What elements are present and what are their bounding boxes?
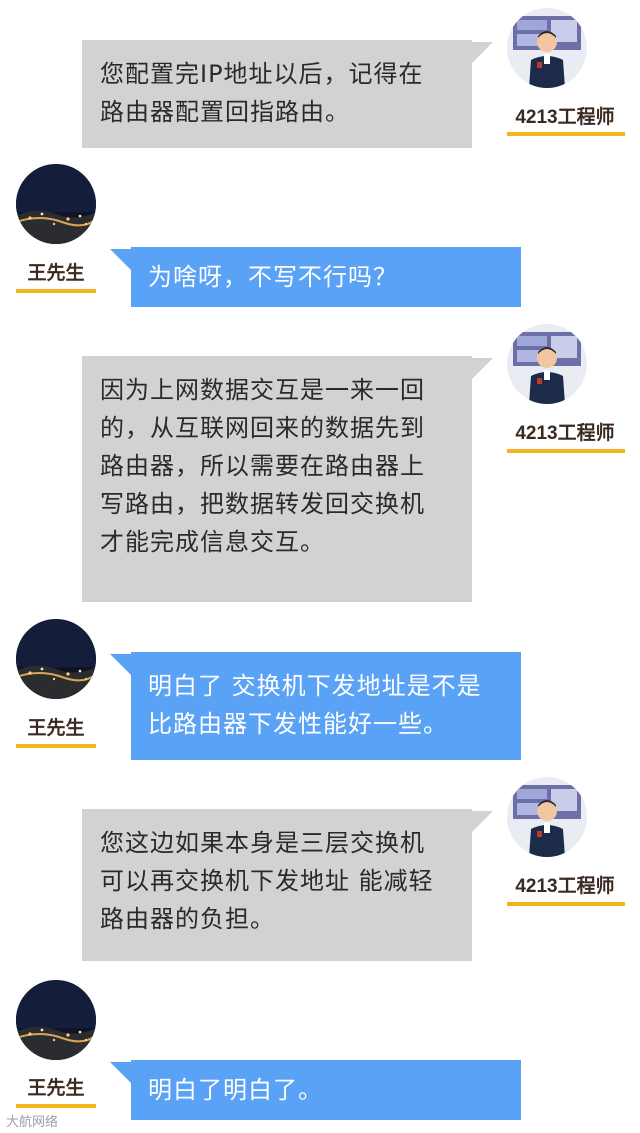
customer-avatar[interactable] [16,619,96,699]
engineer-name: 4213工程师 [515,423,615,444]
message-line: 的，从互联网回来的数据先到 [100,414,425,442]
engineer-name: 4213工程师 [515,876,615,897]
name-underline [16,744,96,748]
name-underline [16,1104,96,1108]
message-line: 您这边如果本身是三层交换机 [100,829,425,857]
bubble-tail [471,42,493,64]
message-bubble-customer: 明白了明白了。 [131,1060,521,1120]
message-line: 路由器配置回指路由。 [100,98,350,126]
engineer-photo-icon [507,777,587,857]
message-line: 为啥呀，不写不行吗？ [148,263,398,291]
message-line: 明白了 交换机下发地址是不是 [148,672,482,700]
engineer-avatar[interactable] [507,777,587,857]
message-bubble-customer: 为啥呀，不写不行吗？ [131,247,521,307]
message-line: 路由器的负担。 [100,905,275,933]
watermark: 大航网络 [6,1115,59,1130]
customer-name: 王先生 [27,718,85,739]
message-bubble-engineer: 您这边如果本身是三层交换机 可以再交换机下发地址 能减轻 路由器的负担。 [82,809,472,961]
customer-avatar[interactable] [16,164,96,244]
message-line: 明白了明白了。 [148,1076,323,1104]
message-bubble-engineer: 因为上网数据交互是一来一回 的，从互联网回来的数据先到 路由器，所以需要在路由器… [82,356,472,602]
name-underline [507,902,625,906]
engineer-avatar[interactable] [507,8,587,88]
message-line: 才能完成信息交互。 [100,528,325,556]
message-line: 路由器，所以需要在路由器上 [100,452,425,480]
message-line: 比路由器下发性能好一些。 [148,710,448,738]
message-line: 您配置完IP地址以后，记得在 [100,60,424,88]
engineer-photo-icon [507,8,587,88]
bubble-tail [471,358,493,380]
customer-photo-icon [16,164,96,244]
message-line: 因为上网数据交互是一来一回 [100,376,425,404]
bubble-tail [110,249,132,271]
message-line: 写路由，把数据转发回交换机 [100,490,425,518]
engineer-photo-icon [507,324,587,404]
engineer-name: 4213工程师 [515,107,615,128]
customer-avatar[interactable] [16,980,96,1060]
name-underline [507,132,625,136]
bubble-tail [471,811,493,833]
customer-photo-icon [16,980,96,1060]
customer-photo-icon [16,619,96,699]
message-line: 可以再交换机下发地址 能减轻 [100,867,434,895]
name-underline [16,289,96,293]
message-bubble-customer: 明白了 交换机下发地址是不是 比路由器下发性能好一些。 [131,652,521,760]
message-bubble-engineer: 您配置完IP地址以后，记得在 路由器配置回指路由。 [82,40,472,148]
bubble-tail [110,1062,132,1084]
engineer-avatar[interactable] [507,324,587,404]
customer-name: 王先生 [27,263,85,284]
name-underline [507,449,625,453]
bubble-tail [110,654,132,676]
customer-name: 王先生 [27,1078,85,1099]
